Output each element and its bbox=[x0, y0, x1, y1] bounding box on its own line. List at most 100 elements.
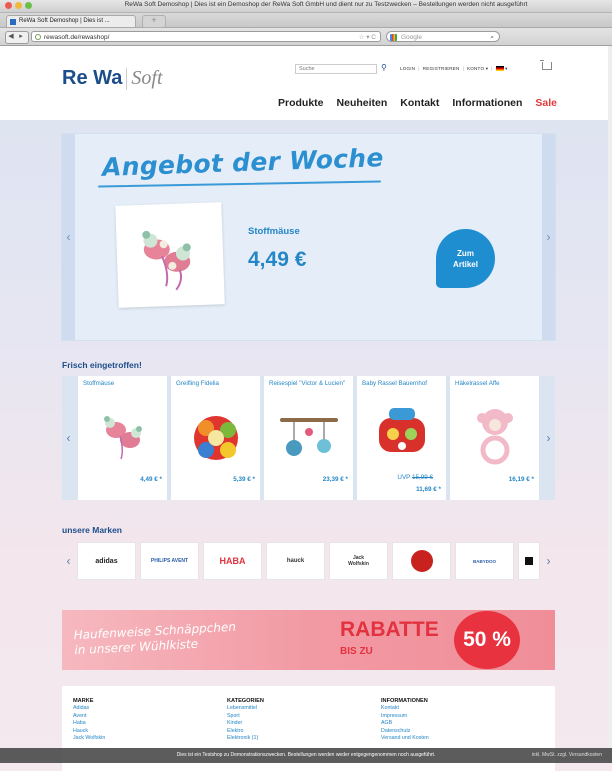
browser-search-field[interactable]: Google ⌕ bbox=[386, 31, 500, 42]
brand-logo-icon bbox=[410, 550, 433, 572]
brands-next-arrow[interactable]: › bbox=[542, 543, 555, 581]
product-card[interactable]: Greifling Fidelia 5,39 € * bbox=[171, 376, 260, 500]
sale-banner[interactable]: Haufenweise Schnäppchen in unserer Wühlk… bbox=[62, 610, 555, 670]
product-price: 5,39 € * bbox=[233, 476, 255, 483]
browser-toolbar: ◀ ▸ rewasoft.de/rewashop/ ☆ ▾ C Google ⌕ bbox=[0, 28, 612, 46]
zoom-window-button[interactable] bbox=[25, 2, 32, 9]
carousel-prev-arrow[interactable]: ‹ bbox=[62, 376, 75, 500]
new-tab-button[interactable]: + bbox=[142, 15, 166, 28]
brand-avent[interactable]: PHILIPS AVENT bbox=[141, 543, 198, 579]
hero-product-price: 4,49 € bbox=[248, 248, 307, 271]
banner-rabatt: RABATTE bbox=[340, 618, 439, 641]
forward-arrow-icon[interactable]: ▸ bbox=[16, 32, 26, 42]
product-card[interactable]: Baby Rassel Bauernhof UVP 15,99 € 11,69 … bbox=[357, 376, 446, 500]
brand-partial[interactable] bbox=[519, 543, 539, 579]
minimize-window-button[interactable] bbox=[15, 2, 22, 9]
reload-icon[interactable]: ☆ ▾ C bbox=[359, 32, 376, 43]
brand-mammut[interactable] bbox=[393, 543, 450, 579]
site-identity-icon[interactable] bbox=[35, 34, 41, 40]
banner-bis-zu: BIS ZU bbox=[340, 646, 373, 657]
uvp-label: UVP bbox=[397, 474, 411, 481]
carousel-next-arrow[interactable]: › bbox=[542, 376, 555, 500]
footer-link[interactable]: Haba bbox=[73, 720, 105, 727]
nav-informationen[interactable]: Informationen bbox=[452, 97, 522, 109]
back-arrow-icon[interactable]: ◀ bbox=[6, 32, 16, 42]
product-name[interactable]: Baby Rassel Bauernhof bbox=[362, 380, 442, 388]
product-name[interactable]: Greifling Fidelia bbox=[176, 380, 256, 388]
register-link[interactable]: REGISTRIEREN bbox=[423, 66, 460, 71]
footer-link[interactable]: Versand und Kosten bbox=[381, 735, 429, 742]
footer-link[interactable]: Lebensmittel bbox=[227, 705, 264, 712]
search-icon[interactable]: ⚲ bbox=[381, 63, 387, 72]
cart-icon[interactable] bbox=[540, 60, 552, 70]
google-icon[interactable] bbox=[390, 34, 397, 41]
back-forward-buttons[interactable]: ◀ ▸ bbox=[5, 31, 29, 44]
brand-adidas[interactable]: adidas bbox=[78, 543, 135, 579]
product-card[interactable]: Reisespiel "Victor & Lucien" 23,39 € * bbox=[264, 376, 353, 500]
footer-link[interactable]: Kontakt bbox=[381, 705, 429, 712]
footer-link[interactable]: Jack Wolfskin bbox=[73, 735, 105, 742]
close-window-button[interactable] bbox=[5, 2, 12, 9]
footer-link[interactable]: Datenschutz bbox=[381, 728, 429, 735]
product-card[interactable]: Stoffmäuse 4,49 € * bbox=[78, 376, 167, 500]
product-name[interactable]: Reisespiel "Victor & Lucien" bbox=[269, 380, 349, 388]
to-article-button[interactable]: Zum Artikel bbox=[436, 229, 495, 288]
slider-next-arrow[interactable]: › bbox=[542, 134, 555, 340]
new-arrivals-carousel: ‹ › Stoffmäuse 4,49 € * Greifling Fideli… bbox=[62, 376, 555, 500]
brand-name: Jack Wolfskin bbox=[348, 555, 369, 567]
address-bar[interactable]: rewasoft.de/rewashop/ ☆ ▾ C bbox=[31, 31, 381, 42]
footer-link[interactable]: Hauck bbox=[73, 728, 105, 735]
footer-link[interactable]: Elektro bbox=[227, 728, 264, 735]
brand-name: adidas bbox=[95, 557, 118, 565]
brand-name: hauck bbox=[286, 558, 305, 564]
account-dropdown[interactable]: KONTO ▾ bbox=[467, 66, 488, 71]
hero-product-image[interactable] bbox=[115, 202, 225, 308]
footer-link[interactable]: AGB bbox=[381, 720, 429, 727]
mouse-toy-image bbox=[104, 416, 142, 460]
login-link[interactable]: LOGIN bbox=[400, 66, 415, 71]
window-titlebar: ReWa Soft Demoshop | Dies ist ein Demosh… bbox=[0, 0, 612, 13]
product-card[interactable]: Häkelrassel Affe 16,19 € * bbox=[450, 376, 539, 500]
shop-search-input[interactable] bbox=[295, 64, 377, 74]
footer-column-kategorien: KATEGORIEN Lebensmittel Sport Kinder Ele… bbox=[227, 698, 264, 742]
brand-haba[interactable]: HABA bbox=[204, 543, 261, 579]
brands-prev-arrow[interactable]: ‹ bbox=[62, 543, 75, 581]
nav-sale[interactable]: Sale bbox=[535, 97, 557, 109]
product-name[interactable]: Stoffmäuse bbox=[83, 380, 163, 388]
product-price: 16,19 € * bbox=[508, 476, 534, 483]
nav-kontakt[interactable]: Kontakt bbox=[400, 97, 439, 109]
brand-jack-wolfskin[interactable]: Jack Wolfskin bbox=[330, 543, 387, 579]
offer-of-the-week-slider: ‹ › Angebot der Woche Stoffmäuse 4,49 € … bbox=[62, 134, 555, 340]
tab-bar: ReWa Soft Demoshop | Dies ist ... + bbox=[0, 13, 612, 28]
brand-logo-icon bbox=[525, 557, 533, 565]
address-bar-url: rewasoft.de/rewashop/ bbox=[44, 34, 110, 41]
window-title: ReWa Soft Demoshop | Dies ist ein Demosh… bbox=[124, 1, 528, 8]
demo-notice-text: Dies ist ein Testshop zu Demonstrationsz… bbox=[176, 752, 436, 758]
footer-link[interactable]: Sport bbox=[227, 713, 264, 720]
product-name[interactable]: Häkelrassel Affe bbox=[455, 380, 535, 388]
price-note-link[interactable]: inkl. MwSt. zzgl. Versandkosten bbox=[532, 748, 602, 763]
uvp-price: 15,99 € bbox=[411, 474, 433, 481]
banner-tagline: Haufenweise Schnäppchen in unserer Wühlk… bbox=[73, 619, 237, 658]
brand-babydoo[interactable]: BABYDOO bbox=[456, 543, 513, 579]
footer-link[interactable]: Elektronik (1) bbox=[227, 735, 264, 742]
rattle-flower-image bbox=[194, 416, 238, 460]
footer-link[interactable]: Adidas bbox=[73, 705, 105, 712]
brand-name: PHILIPS AVENT bbox=[150, 558, 189, 564]
german-flag-icon[interactable] bbox=[495, 66, 504, 72]
nav-produkte[interactable]: Produkte bbox=[278, 97, 324, 109]
footer-link[interactable]: Impressum bbox=[381, 713, 429, 720]
language-dropdown[interactable]: ▾ bbox=[505, 66, 508, 71]
footer-link[interactable]: Kinder bbox=[227, 720, 264, 727]
site-logo[interactable]: Re Wa Soft bbox=[62, 67, 163, 90]
brand-hauck[interactable]: hauck bbox=[267, 543, 324, 579]
search-magnifier-icon[interactable]: ⌕ bbox=[490, 32, 494, 43]
favicon-icon bbox=[10, 19, 16, 25]
nav-neuheiten[interactable]: Neuheiten bbox=[337, 97, 388, 109]
hero-product-name[interactable]: Stoffmäuse bbox=[248, 226, 300, 237]
crochet-monkey-rattle-image bbox=[477, 409, 513, 465]
browser-tab-active[interactable]: ReWa Soft Demoshop | Dies ist ... bbox=[6, 15, 136, 27]
page-scrollbar[interactable] bbox=[608, 46, 612, 746]
slider-prev-arrow[interactable]: ‹ bbox=[62, 134, 75, 340]
footer-link[interactable]: Avent bbox=[73, 713, 105, 720]
